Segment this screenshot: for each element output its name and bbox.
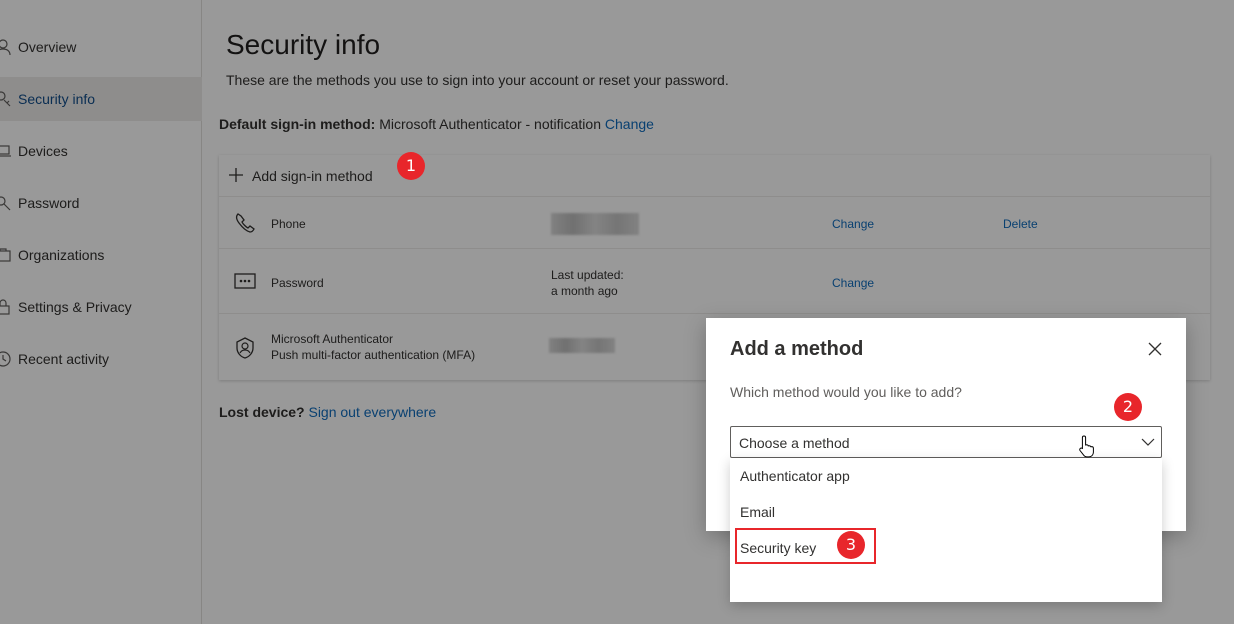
option-email[interactable]: Email xyxy=(730,494,1162,530)
close-icon[interactable] xyxy=(1146,340,1164,358)
option-label: Email xyxy=(740,504,776,520)
method-select[interactable]: Choose a method xyxy=(730,426,1162,458)
chevron-down-icon xyxy=(1141,438,1155,446)
step-3-badge: 3 xyxy=(837,531,865,559)
dialog-question: Which method would you like to add? xyxy=(730,384,962,400)
option-label: Authenticator app xyxy=(740,468,850,484)
step-2-badge: 2 xyxy=(1114,393,1142,421)
dialog-title: Add a method xyxy=(730,338,864,360)
method-select-value: Choose a method xyxy=(739,435,850,451)
hand-cursor-icon xyxy=(1079,435,1094,458)
option-authenticator-app[interactable]: Authenticator app xyxy=(730,458,1162,494)
step-1-badge: 1 xyxy=(397,152,425,180)
